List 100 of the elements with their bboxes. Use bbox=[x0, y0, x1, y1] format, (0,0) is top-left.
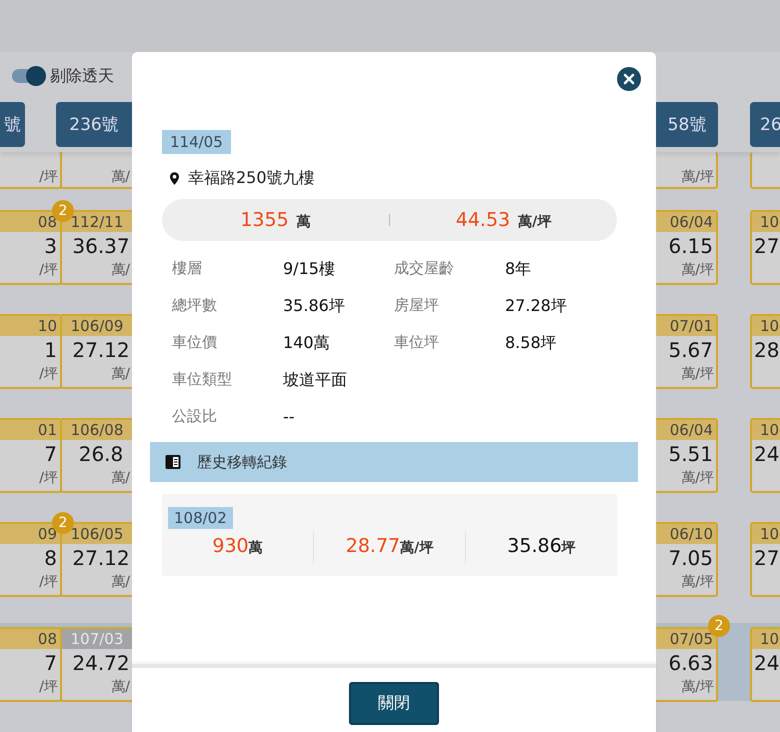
price-card[interactable]: 10 27 bbox=[750, 210, 780, 285]
card-price: 27.12 bbox=[71, 337, 131, 364]
card-unit: 萬/ bbox=[110, 678, 131, 697]
card-date: 10 bbox=[752, 524, 780, 544]
card-price: 27 bbox=[753, 233, 780, 260]
price-card[interactable]: 10 1 /坪 bbox=[0, 314, 62, 389]
price-card[interactable]: 06/10 7.05 萬/坪 bbox=[656, 522, 718, 597]
card-unit: /坪 bbox=[38, 469, 59, 488]
price-unit: 萬 bbox=[296, 213, 311, 231]
detail-label: 公設比 bbox=[172, 407, 218, 427]
card-unit: /坪 bbox=[38, 573, 59, 592]
card-date: 106/08 bbox=[62, 420, 132, 440]
card-unit: /坪 bbox=[38, 678, 59, 697]
card-unit: 萬/坪 bbox=[680, 168, 715, 187]
card-price: 3 bbox=[43, 233, 58, 260]
price-card[interactable]: 萬/坪 bbox=[656, 152, 718, 189]
card-date: 10 bbox=[752, 316, 780, 336]
card-date: 06/04 bbox=[656, 212, 716, 232]
card-date: 07/01 bbox=[656, 316, 716, 336]
book-icon bbox=[165, 454, 181, 470]
price-card[interactable]: 10 27 bbox=[750, 522, 780, 597]
column-button[interactable]: 58號 bbox=[656, 102, 718, 147]
card-price: 7 bbox=[43, 441, 58, 468]
price-card[interactable]: 10 24 bbox=[750, 418, 780, 493]
section-title: 歷史移轉紀錄 bbox=[197, 452, 287, 472]
card-date: 10 bbox=[752, 629, 780, 649]
card-date: 06/10 bbox=[656, 524, 716, 544]
price-card[interactable]: 06/04 6.15 萬/坪 bbox=[656, 210, 718, 285]
price-unit: 萬/坪 bbox=[400, 539, 434, 557]
close-icon[interactable] bbox=[617, 67, 641, 91]
price-card[interactable]: 08 7 /坪 bbox=[0, 627, 62, 702]
location-pin-icon bbox=[170, 172, 179, 185]
toggle-label: 剔除透天 bbox=[50, 66, 114, 86]
card-price: 24 bbox=[753, 441, 780, 468]
detail-value: 8.58坪 bbox=[505, 333, 558, 354]
price-card[interactable]: 10 24 bbox=[750, 627, 780, 702]
card-date: 10 bbox=[0, 316, 60, 336]
detail-value: -- bbox=[283, 407, 296, 428]
card-unit: 萬/ bbox=[110, 573, 131, 592]
card-price: 24.72 bbox=[71, 650, 131, 677]
unit-price: 44.53 bbox=[456, 209, 510, 231]
card-price: 7 bbox=[43, 650, 58, 677]
detail-label: 房屋坪 bbox=[394, 296, 440, 316]
price-card[interactable]: 07/01 5.67 萬/坪 bbox=[656, 314, 718, 389]
card-unit: 萬/坪 bbox=[680, 469, 715, 488]
detail-label: 樓層 bbox=[172, 259, 203, 279]
card-price: 36.37 bbox=[71, 233, 131, 260]
detail-label: 總坪數 bbox=[172, 296, 218, 316]
card-price: 27 bbox=[753, 545, 780, 572]
price-unit: 萬 bbox=[248, 539, 263, 557]
price-card[interactable]: 107/03 24.72 萬/ bbox=[60, 627, 132, 702]
card-date: 10 bbox=[752, 212, 780, 232]
detail-value: 坡道平面 bbox=[283, 370, 348, 391]
card-date: 06/04 bbox=[656, 420, 716, 440]
detail-label: 車位坪 bbox=[394, 333, 440, 353]
detail-value: 35.86坪 bbox=[283, 296, 346, 317]
card-date: 106/09 bbox=[62, 316, 132, 336]
column-button[interactable]: 號 bbox=[0, 102, 25, 147]
column-button[interactable]: 236號 bbox=[56, 102, 132, 147]
card-price: 27.12 bbox=[71, 545, 131, 572]
card-date: 107/03 bbox=[62, 629, 132, 649]
card-unit: 萬/坪 bbox=[680, 365, 715, 384]
card-unit: 萬/坪 bbox=[680, 573, 715, 592]
card-price: 26.8 bbox=[78, 441, 124, 468]
record-area: 35.86 bbox=[507, 535, 562, 557]
toggle-switch[interactable] bbox=[12, 69, 44, 83]
card-unit: 萬/ bbox=[110, 168, 131, 187]
card-date: 01 bbox=[0, 420, 60, 440]
total-price: 1355 bbox=[240, 209, 289, 231]
price-card[interactable]: /坪 bbox=[0, 152, 62, 189]
card-price: 8 bbox=[43, 545, 58, 572]
card-unit: 萬/ bbox=[110, 261, 131, 280]
card-unit: 萬/坪 bbox=[680, 678, 715, 697]
card-unit: /坪 bbox=[38, 261, 59, 280]
price-unit: 萬/坪 bbox=[518, 213, 552, 231]
card-unit: 萬/ bbox=[110, 365, 131, 384]
card-price: 24 bbox=[753, 650, 780, 677]
price-card[interactable]: 01 7 /坪 bbox=[0, 418, 62, 493]
card-price: 5.67 bbox=[667, 337, 714, 364]
price-card[interactable]: 10 28 bbox=[750, 314, 780, 389]
price-card[interactable]: 萬/ bbox=[60, 152, 132, 189]
card-unit: /坪 bbox=[38, 365, 59, 384]
date-tag: 108/02 bbox=[168, 507, 233, 529]
card-unit: /坪 bbox=[38, 168, 59, 187]
price-card[interactable]: 106/08 26.8 萬/ bbox=[60, 418, 132, 493]
detail-label: 成交屋齡 bbox=[394, 259, 455, 279]
price-card[interactable]: 106/09 27.12 萬/ bbox=[60, 314, 132, 389]
card-price: 6.63 bbox=[667, 650, 714, 677]
card-date: 07/05 bbox=[656, 629, 716, 649]
card-unit: 萬/ bbox=[110, 469, 131, 488]
detail-value: 9/15樓 bbox=[283, 259, 336, 280]
card-date: 10 bbox=[752, 420, 780, 440]
card-date: 08 bbox=[0, 629, 60, 649]
card-price: 7.05 bbox=[667, 545, 714, 572]
detail-label: 車位類型 bbox=[172, 370, 233, 390]
close-button[interactable]: 關閉 bbox=[349, 682, 439, 725]
detail-value: 27.28坪 bbox=[505, 296, 568, 317]
price-card[interactable]: 06/04 5.51 萬/坪 bbox=[656, 418, 718, 493]
record-price: 930 bbox=[212, 535, 249, 557]
card-price: 1 bbox=[43, 337, 58, 364]
